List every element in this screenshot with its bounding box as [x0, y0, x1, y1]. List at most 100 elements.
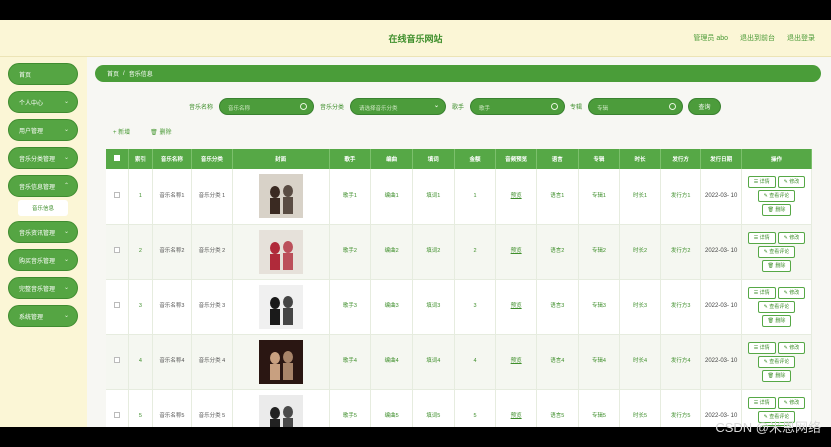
logout-link[interactable]: 退出登录	[787, 33, 815, 43]
delete-button[interactable]: 🗑 删除	[761, 314, 792, 327]
delete-button[interactable]: 🗑 删除	[761, 259, 792, 272]
sidebar-item-label: 首页	[19, 72, 32, 79]
detail-button[interactable]: ☰ 详情	[747, 286, 776, 299]
column-header: 操作	[741, 149, 813, 169]
detail-button[interactable]: ☰ 详情	[747, 176, 776, 189]
cell-lyricist: 填词2	[412, 224, 455, 280]
cell-lyricist: 填词5	[412, 389, 455, 427]
cell-category: 音乐分类 4	[191, 334, 233, 390]
app-screen: 在线音乐网站 管理员 abo 退出到前台 退出登录 首页 个人中心 ⌄ 用户管理 ⌄…	[0, 20, 831, 427]
search-button[interactable]: 查询	[688, 98, 721, 115]
preview-link[interactable]: 预览	[511, 193, 522, 199]
detail-button[interactable]: ☰ 详情	[747, 341, 776, 354]
row-checkbox[interactable]	[106, 224, 130, 280]
cell-album: 专辑1	[578, 169, 621, 225]
cell-music-name: 音乐名称3	[152, 279, 193, 335]
reviews-label: 查看评论	[769, 193, 790, 200]
bulk-delete-button[interactable]: 🗑 删除	[150, 127, 171, 136]
cell-audio-preview: 预览	[495, 389, 537, 427]
detail-button[interactable]: ☰ 详情	[747, 231, 776, 244]
edit-icon: ✎	[763, 303, 768, 310]
music-category-placeholder: 请选择音乐分类	[359, 106, 398, 112]
select-all-checkbox[interactable]	[106, 149, 130, 169]
edit-icon: ✎	[783, 399, 788, 406]
view-reviews-button[interactable]: ✎ 查看评论	[757, 300, 796, 313]
trash-icon: 🗑	[767, 207, 774, 214]
column-header: 编曲	[370, 149, 413, 169]
music-name-placeholder: 音乐名称	[228, 106, 251, 112]
edit-button[interactable]: ✎ 修改	[777, 286, 806, 299]
cell-audio-preview: 预览	[495, 224, 537, 280]
sidebar-item-profile[interactable]: 个人中心 ⌄	[8, 91, 78, 113]
row-checkbox[interactable]	[106, 279, 130, 335]
edit-button[interactable]: ✎ 修改	[777, 396, 806, 409]
cell-arranger: 编曲5	[370, 389, 413, 427]
cell-music-name: 音乐名称4	[152, 334, 193, 390]
cell-index: 2	[128, 224, 153, 280]
cell-cover	[232, 389, 330, 427]
sidebar-item-home[interactable]: 首页	[8, 63, 78, 85]
view-reviews-button[interactable]: ✎ 查看评论	[757, 190, 796, 203]
table-header-row: 索引 音乐名称 音乐分类 封面 歌手 编曲 填词 金额 音频预览 语言 专辑 时…	[106, 149, 813, 169]
edit-button[interactable]: ✎ 修改	[777, 341, 806, 354]
singer-input[interactable]: 歌手	[470, 98, 565, 115]
detail-icon: ☰	[753, 179, 759, 186]
music-name-input[interactable]: 音乐名称	[219, 98, 314, 115]
cell-lyricist: 填词1	[412, 169, 455, 225]
sidebar-item-music-category[interactable]: 音乐分类管理 ⌄	[8, 147, 78, 169]
album-placeholder: 专辑	[597, 106, 609, 112]
music-table: 索引 音乐名称 音乐分类 封面 歌手 编曲 填词 金额 音频预览 语言 专辑 时…	[106, 149, 813, 427]
edit-icon: ✎	[763, 248, 768, 255]
column-header: 音乐分类	[191, 149, 233, 169]
add-button[interactable]: + 新增	[113, 127, 130, 136]
detail-label: 详情	[759, 289, 770, 296]
edit-label: 修改	[789, 344, 800, 351]
sidebar-item-music-info[interactable]: 音乐信息管理 ⌃	[8, 175, 78, 197]
cell-singer: 歌手4	[329, 334, 372, 390]
delete-button[interactable]: 🗑 删除	[761, 369, 792, 382]
singer-placeholder: 歌手	[479, 106, 491, 112]
chevron-down-icon: ⌄	[433, 103, 439, 109]
delete-label: 删除	[775, 207, 786, 214]
exit-to-frontend-link[interactable]: 退出到前台	[740, 33, 775, 43]
preview-link[interactable]: 预览	[511, 248, 522, 254]
sidebar-item-users[interactable]: 用户管理 ⌄	[8, 119, 78, 141]
trash-icon: 🗑	[150, 130, 158, 136]
cell-album: 专辑5	[578, 389, 621, 427]
sidebar-item-full-music[interactable]: 完整音乐管理 ⌄	[8, 277, 78, 299]
detail-button[interactable]: ☰ 详情	[747, 396, 776, 409]
detail-label: 详情	[759, 234, 770, 241]
cover-image	[258, 339, 303, 384]
preview-link[interactable]: 预览	[511, 413, 522, 419]
cell-index: 1	[128, 169, 153, 225]
chevron-down-icon: ⌄	[63, 155, 69, 161]
edit-button[interactable]: ✎ 修改	[777, 176, 806, 189]
preview-link[interactable]: 预览	[511, 358, 522, 364]
detail-icon: ☰	[753, 289, 759, 296]
delete-button[interactable]: 🗑 删除	[761, 204, 792, 217]
edit-button[interactable]: ✎ 修改	[777, 231, 806, 244]
detail-label: 详情	[759, 344, 770, 351]
album-label: 专辑	[570, 105, 583, 111]
view-reviews-button[interactable]: ✎ 查看评论	[757, 355, 796, 368]
music-category-select[interactable]: 请选择音乐分类 ⌄	[350, 98, 446, 115]
album-input[interactable]: 专辑	[588, 98, 683, 115]
preview-link[interactable]: 预览	[511, 303, 522, 309]
cell-language: 语言3	[536, 279, 579, 335]
detail-icon: ☰	[753, 344, 759, 351]
view-reviews-button[interactable]: ✎ 查看评论	[757, 245, 796, 258]
cell-music-name: 音乐名称1	[152, 169, 193, 225]
sidebar-item-music-news[interactable]: 音乐资讯管理 ⌄	[8, 221, 78, 243]
watermark: CSDN @米恩网络	[715, 420, 821, 435]
sidebar-item-purchases[interactable]: 购买音乐管理 ⌄	[8, 249, 78, 271]
admin-label: 管理员 abo	[693, 35, 728, 42]
row-checkbox[interactable]	[106, 169, 130, 225]
breadcrumb-home[interactable]: 首页	[107, 69, 119, 78]
cell-cover	[232, 279, 330, 335]
row-checkbox[interactable]	[106, 389, 130, 427]
row-checkbox[interactable]	[106, 334, 130, 390]
sidebar-subitem-music-info[interactable]: 音乐信息	[18, 200, 68, 216]
cell-release-date: 2022-03- 10	[700, 169, 742, 225]
cell-duration: 时长1	[619, 169, 661, 225]
sidebar-item-system[interactable]: 系统管理 ⌄	[8, 305, 78, 327]
